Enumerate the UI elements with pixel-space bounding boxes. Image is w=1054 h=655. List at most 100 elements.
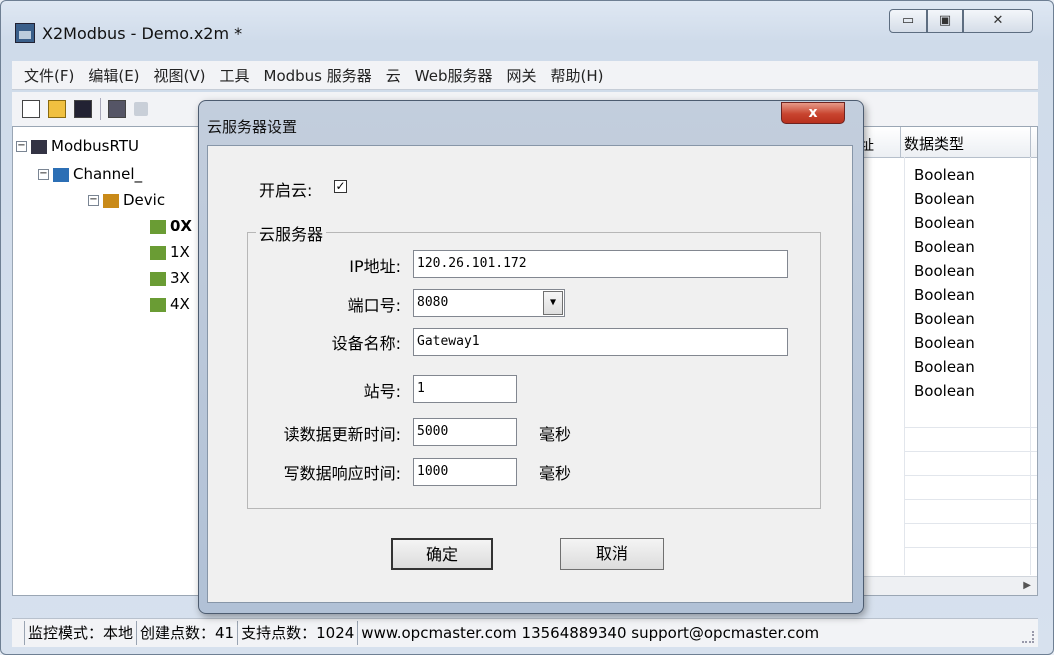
checkmark-icon: ✓: [335, 179, 346, 193]
cloud-server-settings-dialog: 云服务器设置 x 开启云: ✓ 云服务器 IP地址: 120.26.101.17…: [198, 100, 864, 614]
toolbar-separator: [100, 98, 101, 120]
device-name-label: 设备名称:: [331, 334, 401, 353]
scroll-right-icon[interactable]: ▶: [1023, 580, 1031, 591]
status-spacer: [12, 621, 24, 645]
minimize-button[interactable]: ▭: [889, 9, 927, 33]
collapse-icon[interactable]: −: [16, 141, 27, 152]
menu-bar: 文件(F) 编辑(E) 视图(V) 工具 Modbus 服务器 云 Web服务器…: [12, 61, 1038, 90]
tree-node-4x[interactable]: 4X: [150, 293, 190, 315]
maximize-button[interactable]: ▣: [927, 9, 963, 33]
collapse-icon[interactable]: −: [38, 169, 49, 180]
tree-node-device[interactable]: − Devic: [88, 189, 165, 211]
column-divider[interactable]: [900, 127, 901, 157]
table-cell: Boolean: [914, 358, 975, 376]
grid-line: [904, 451, 1037, 452]
status-bar: 监控模式：本地 创建点数：41 支持点数：1024 www.opcmaster.…: [12, 618, 1038, 647]
grid-line: [904, 499, 1037, 500]
status-created-points: 创建点数：41: [136, 621, 237, 645]
read-interval-label: 读数据更新时间:: [283, 425, 401, 444]
write-timeout-input[interactable]: 1000: [413, 458, 517, 486]
grid-line: [904, 547, 1037, 548]
column-divider[interactable]: [1030, 127, 1031, 157]
status-contact: www.opcmaster.com 13564889340 support@op…: [357, 621, 822, 645]
table-cell: Boolean: [914, 334, 975, 352]
dialog-title: 云服务器设置: [207, 118, 298, 136]
tag-group-icon: [150, 245, 166, 260]
title-bar: X2Modbus - Demo.x2m * ▭ ▣ ✕: [1, 1, 1053, 53]
read-interval-input[interactable]: 5000: [413, 418, 517, 446]
port-label: 端口号:: [347, 296, 401, 315]
menu-cloud[interactable]: 云: [386, 65, 401, 86]
table-cell: Boolean: [914, 166, 975, 184]
tree-node-3x[interactable]: 3X: [150, 267, 190, 289]
modbus-rtu-icon: [31, 139, 47, 154]
table-cell: Boolean: [914, 190, 975, 208]
tree-node-channel[interactable]: − Channel_: [38, 163, 142, 185]
menu-help[interactable]: 帮助(H): [551, 65, 604, 86]
grid-line: [904, 523, 1037, 524]
tree-node-label: 0X: [170, 217, 193, 235]
device-name-input[interactable]: Gateway1: [413, 328, 788, 356]
menu-tools[interactable]: 工具: [220, 65, 250, 86]
table-cell: Boolean: [914, 310, 975, 328]
status-mode: 监控模式：本地: [24, 621, 136, 645]
tree-node-root[interactable]: − ModbusRTU: [16, 135, 139, 157]
column-header-data-type[interactable]: 数据类型: [904, 133, 964, 154]
read-interval-unit: 毫秒: [539, 425, 572, 444]
new-file-icon[interactable]: [22, 100, 40, 118]
device-icon[interactable]: [108, 100, 126, 118]
tree-node-label: 1X: [170, 243, 190, 261]
toolbar-icon[interactable]: [134, 102, 148, 116]
menu-web-server[interactable]: Web服务器: [415, 65, 493, 86]
port-select[interactable]: 8080 ▼: [413, 289, 565, 317]
chevron-down-icon[interactable]: ▼: [543, 291, 563, 315]
collapse-icon[interactable]: −: [88, 195, 99, 206]
tree-node-label: 4X: [170, 295, 190, 313]
group-title: 云服务器: [256, 221, 327, 245]
tree-node-1x[interactable]: 1X: [150, 241, 190, 263]
menu-gateway[interactable]: 网关: [507, 65, 537, 86]
table-cell: Boolean: [914, 214, 975, 232]
tree-node-0x[interactable]: 0X: [150, 215, 192, 237]
enable-cloud-label: 开启云:: [259, 181, 313, 200]
grid-line: [904, 427, 1037, 428]
tag-group-icon: [150, 219, 166, 234]
save-icon[interactable]: [74, 100, 92, 118]
dialog-body: 开启云: ✓ 云服务器 IP地址: 120.26.101.172 端口号: 80…: [207, 145, 853, 603]
horizontal-scrollbar[interactable]: ▶: [860, 576, 1037, 595]
tree-node-label: Devic: [123, 191, 166, 209]
grid-line: [904, 157, 905, 575]
menu-file[interactable]: 文件(F): [24, 65, 74, 86]
status-supported-points: 支持点数：1024: [237, 621, 357, 645]
ok-button[interactable]: 确定: [391, 538, 493, 570]
open-folder-icon[interactable]: [48, 100, 66, 118]
resize-grip-icon[interactable]: [1022, 631, 1034, 643]
dialog-close-button[interactable]: x: [781, 102, 845, 124]
table-cell: Boolean: [914, 262, 975, 280]
write-timeout-label: 写数据响应时间:: [283, 464, 401, 483]
grid-line: [1030, 157, 1031, 575]
menu-edit[interactable]: 编辑(E): [88, 65, 139, 86]
tag-group-icon: [150, 297, 166, 312]
project-tree: − ModbusRTU − Channel_ − Devic 0X 1X 3X 4X: [12, 126, 202, 596]
channel-icon: [53, 167, 69, 182]
device-icon: [103, 193, 119, 208]
tag-grid: 址 数据类型 Boolean Boolean Boolean Boolean B…: [859, 126, 1038, 596]
tree-node-label: 3X: [170, 269, 190, 287]
ip-address-label: IP地址:: [349, 257, 401, 276]
tag-group-icon: [150, 271, 166, 286]
port-select-value: 8080: [417, 295, 449, 310]
grid-header: 址 数据类型: [860, 127, 1037, 158]
grid-line: [904, 475, 1037, 476]
table-cell: Boolean: [914, 286, 975, 304]
table-cell: Boolean: [914, 238, 975, 256]
menu-modbus-server[interactable]: Modbus 服务器: [264, 65, 372, 86]
close-button[interactable]: ✕: [963, 9, 1033, 33]
cancel-button[interactable]: 取消: [560, 538, 664, 570]
window-title: X2Modbus - Demo.x2m *: [42, 24, 243, 43]
station-input[interactable]: 1: [413, 375, 517, 403]
menu-view[interactable]: 视图(V): [154, 65, 206, 86]
station-label: 站号:: [363, 382, 401, 401]
enable-cloud-checkbox[interactable]: ✓: [334, 180, 347, 193]
ip-address-input[interactable]: 120.26.101.172: [413, 250, 788, 278]
